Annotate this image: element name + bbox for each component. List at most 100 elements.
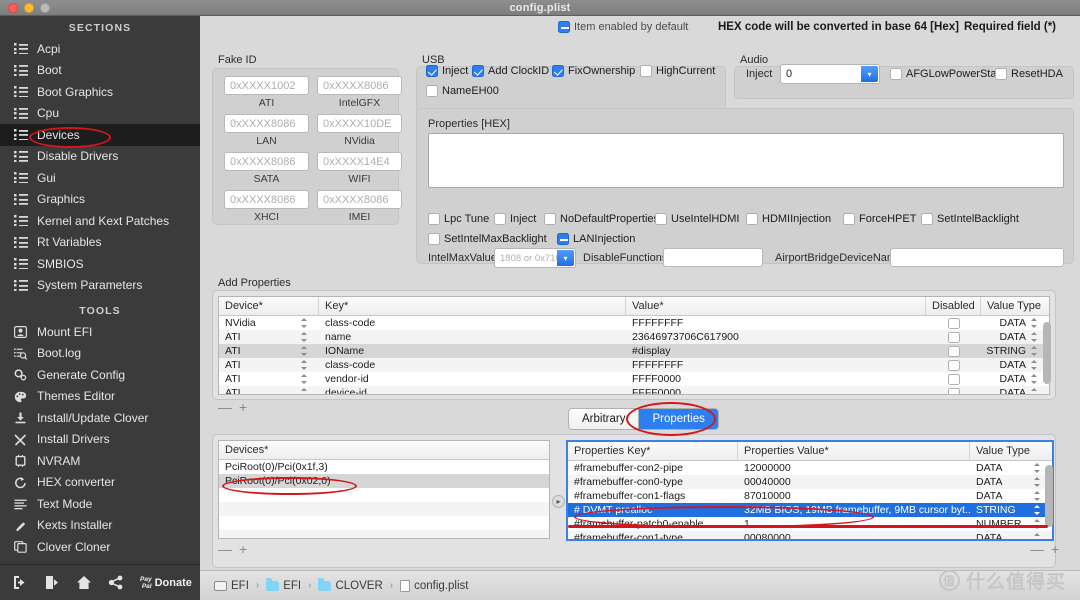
column-key[interactable]: Key*: [319, 297, 626, 315]
usb-inject-checkbox[interactable]: Inject: [426, 65, 468, 77]
table-row[interactable]: # DVMT-prealloc 32MB BIOS, 19MB framebuf…: [568, 503, 1052, 517]
table-row[interactable]: [219, 488, 549, 502]
audio-resethda-checkbox[interactable]: ResetHDA: [995, 68, 1063, 80]
stepper-icon[interactable]: [300, 388, 309, 396]
table-row[interactable]: #framebuffer-con0-type 00040000 DATA: [568, 475, 1052, 489]
stepper-icon[interactable]: [1033, 533, 1042, 542]
stepper-icon[interactable]: [1033, 463, 1042, 474]
window-traffic-lights[interactable]: [8, 3, 50, 13]
table-row[interactable]: ATI device-id FFFF0000 DATA: [219, 386, 1049, 395]
stepper-icon[interactable]: [300, 346, 309, 357]
add-property-button[interactable]: +: [239, 401, 247, 413]
stepper-icon[interactable]: [300, 318, 309, 329]
intelmaxvalue-select[interactable]: 1808 or 0x710 ▾: [494, 248, 576, 268]
add-device-button[interactable]: +: [239, 543, 247, 555]
forcehpet-checkbox[interactable]: ForceHPET: [843, 213, 916, 225]
share-icon[interactable]: [108, 575, 124, 590]
table-row[interactable]: #framebuffer-con2-pipe 12000000 DATA: [568, 461, 1052, 475]
breadcrumb-item-config-plist[interactable]: config.plist: [400, 580, 468, 592]
stepper-icon[interactable]: [1030, 374, 1039, 385]
stepper-icon[interactable]: [300, 374, 309, 385]
table-row[interactable]: [219, 516, 549, 530]
sidebar-item-boot[interactable]: Boot: [0, 60, 200, 82]
add-properties-button[interactable]: +: [1051, 543, 1059, 555]
sidebar-item-clover-cloner[interactable]: Clover Cloner: [0, 536, 200, 558]
sidebar-item-graphics[interactable]: Graphics: [0, 189, 200, 211]
column-properties-value[interactable]: Properties Value*: [738, 442, 970, 460]
column-value[interactable]: Value*: [626, 297, 926, 315]
table-row[interactable]: NVidia class-code FFFFFFFF DATA: [219, 316, 1049, 330]
stepper-icon[interactable]: [1030, 346, 1039, 357]
sidebar-item-text-mode[interactable]: Text Mode: [0, 493, 200, 515]
chevron-down-icon[interactable]: ▾: [557, 250, 574, 266]
disabled-checkbox[interactable]: [948, 374, 960, 385]
sidebar-item-cpu[interactable]: Cpu: [0, 103, 200, 125]
table-row[interactable]: PciRoot(0)/Pci(0x02,0): [219, 474, 549, 488]
disabled-checkbox[interactable]: [948, 360, 960, 371]
breadcrumb-item-efi-folder[interactable]: EFI: [266, 580, 301, 592]
column-properties-value-type[interactable]: Value Type: [970, 442, 1052, 460]
devices-table[interactable]: Devices* PciRoot(0)/Pci(0x1f,3) PciRoot(…: [218, 440, 550, 539]
usb-highcurrent-checkbox[interactable]: HighCurrent: [640, 65, 715, 77]
column-disabled[interactable]: Disabled: [926, 297, 981, 315]
sidebar-item-boot-log[interactable]: Boot.log: [0, 343, 200, 365]
table-row[interactable]: ATI class-code FFFFFFFF DATA: [219, 358, 1049, 372]
sidebar-item-devices[interactable]: Devices: [0, 124, 200, 146]
remove-property-button[interactable]: —: [218, 401, 232, 413]
table-row[interactable]: [219, 530, 549, 539]
audio-afglowpowerstate-checkbox[interactable]: AFGLowPowerState: [890, 68, 1006, 80]
laninjection-checkbox[interactable]: LANInjection: [557, 233, 635, 245]
chevron-down-icon[interactable]: ▾: [861, 66, 878, 82]
disabled-checkbox[interactable]: [948, 346, 960, 357]
properties-table-scrollbar[interactable]: [1045, 465, 1053, 527]
sidebar-item-acpi[interactable]: Acpi: [0, 38, 200, 60]
column-value-type[interactable]: Value Type: [981, 297, 1049, 315]
sidebar-item-smbios[interactable]: SMBIOS: [0, 253, 200, 275]
lpc-tune-checkbox[interactable]: Lpc Tune: [428, 213, 489, 225]
table-row[interactable]: ATI vendor-id FFFF0000 DATA: [219, 372, 1049, 386]
setintelbacklight-checkbox[interactable]: SetIntelBacklight: [921, 213, 1019, 225]
stepper-icon[interactable]: [300, 332, 309, 343]
remove-properties-button[interactable]: —: [1030, 543, 1044, 555]
minimize-button[interactable]: [24, 3, 34, 13]
table-row[interactable]: #framebuffer-patch0-enable 1 NUMBER: [568, 517, 1052, 531]
column-devices[interactable]: Devices*: [219, 441, 549, 459]
breadcrumb-item-efi-disk[interactable]: EFI: [214, 580, 249, 592]
close-button[interactable]: [8, 3, 18, 13]
sidebar-item-nvram[interactable]: NVRAM: [0, 450, 200, 472]
airportbridgedevicename-input[interactable]: [890, 248, 1064, 267]
sidebar-item-generate-config[interactable]: Generate Config: [0, 364, 200, 386]
fake-id-xhci-input[interactable]: 0xXXXX8086: [224, 190, 309, 209]
table-row[interactable]: PciRoot(0)/Pci(0x1f,3): [219, 460, 549, 474]
table-row[interactable]: [219, 502, 549, 516]
sidebar-item-install-drivers[interactable]: Install Drivers: [0, 429, 200, 451]
remove-device-button[interactable]: —: [218, 543, 232, 555]
add-properties-scrollbar[interactable]: [1043, 322, 1051, 384]
fake-id-lan-input[interactable]: 0xXXXX8086: [224, 114, 309, 133]
fake-id-nvidia-input[interactable]: 0xXXXX10DE: [317, 114, 402, 133]
column-properties-key[interactable]: Properties Key*: [568, 442, 738, 460]
fake-id-intelgfx-input[interactable]: 0xXXXX8086: [317, 76, 402, 95]
stepper-icon[interactable]: [1030, 318, 1039, 329]
add-properties-table[interactable]: Device* Key* Value* Disabled Value Type …: [218, 296, 1050, 395]
home-icon[interactable]: [76, 575, 92, 590]
sidebar-item-hex-converter[interactable]: HEX converter: [0, 472, 200, 494]
stepper-icon[interactable]: [1030, 388, 1039, 396]
usb-nameeh00-checkbox[interactable]: NameEH00: [426, 85, 499, 97]
breadcrumb-item-clover[interactable]: CLOVER: [318, 580, 382, 592]
audio-inject-select[interactable]: 0 ▾: [780, 64, 880, 84]
fake-id-sata-input[interactable]: 0xXXXX8086: [224, 152, 309, 171]
stepper-icon[interactable]: [1033, 505, 1042, 516]
devices-inject-checkbox[interactable]: Inject: [494, 213, 536, 225]
table-row[interactable]: ATI name 23646973706C617900 DATA: [219, 330, 1049, 344]
table-row[interactable]: #framebuffer-con1-type 00080000 DATA: [568, 531, 1052, 541]
fake-id-ati-input[interactable]: 0xXXXX1002: [224, 76, 309, 95]
hdmiinjection-checkbox[interactable]: HDMIInjection: [746, 213, 831, 225]
sidebar-item-rt-variables[interactable]: Rt Variables: [0, 232, 200, 254]
stepper-icon[interactable]: [1033, 519, 1042, 530]
fake-id-wifi-input[interactable]: 0xXXXX14E4: [317, 152, 402, 171]
sidebar-item-boot-graphics[interactable]: Boot Graphics: [0, 81, 200, 103]
disabled-checkbox[interactable]: [948, 388, 960, 396]
stepper-icon[interactable]: [300, 360, 309, 371]
sidebar-item-gui[interactable]: Gui: [0, 167, 200, 189]
